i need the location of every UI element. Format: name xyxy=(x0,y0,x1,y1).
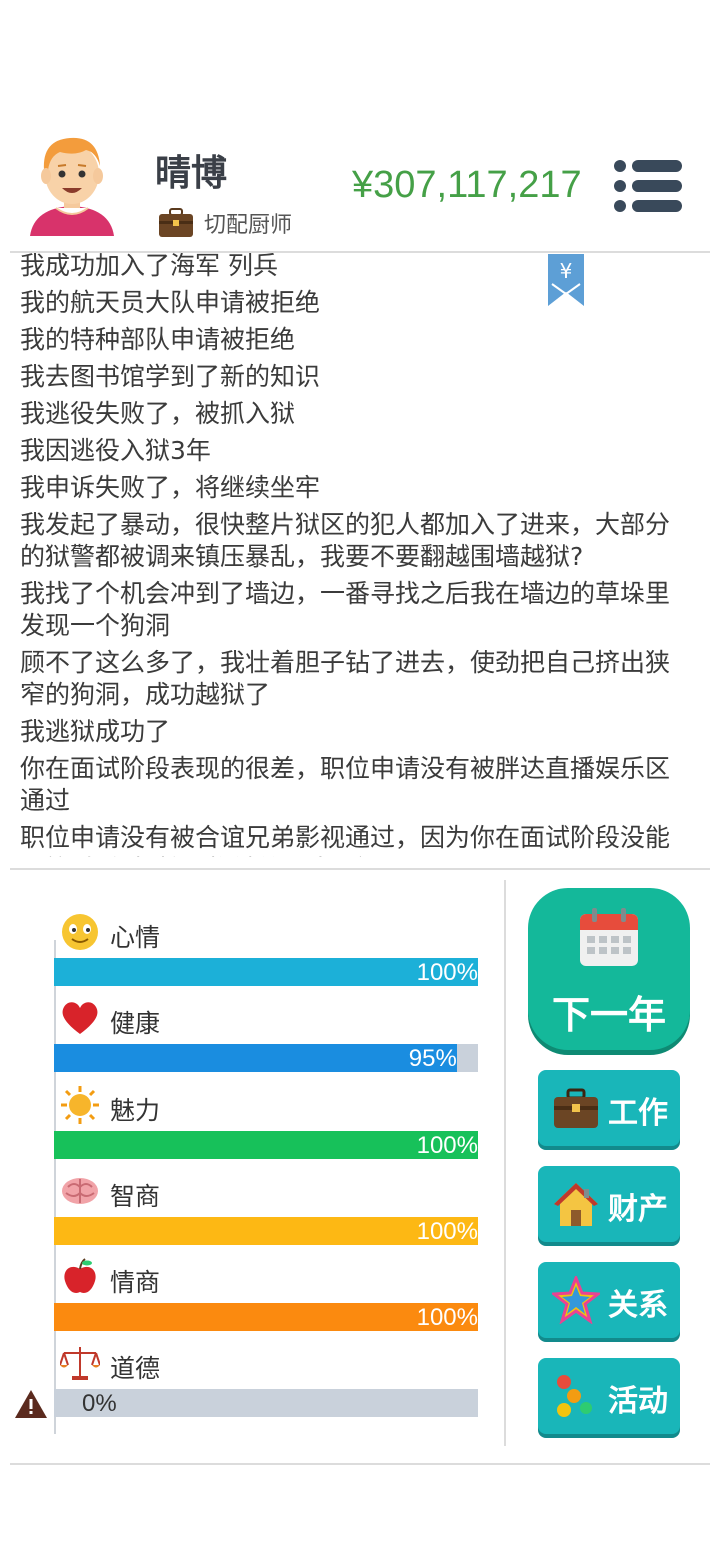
stat-label: 道德 xyxy=(110,1354,161,1383)
star-icon xyxy=(552,1276,600,1324)
log-entry: 你在面试阶段表现的很差，职位申请没有被胖达直播娱乐区通过 xyxy=(20,754,671,815)
stat-row-5: 道德 0% xyxy=(54,1343,478,1429)
divider xyxy=(10,868,710,870)
bookmark-icon[interactable]: ¥ xyxy=(548,254,584,306)
house-icon xyxy=(554,1183,598,1226)
brain-icon xyxy=(62,1178,98,1204)
log-entry: 我的航天员大队申请被拒绝 xyxy=(20,288,321,317)
stat-label: 情商 xyxy=(110,1268,161,1297)
log-entry: 顾不了这么多了，我壮着胆子钻了进去，使劲把自己挤出狭窄的狗洞，成功越狱了 xyxy=(20,648,671,709)
warning-icon xyxy=(15,1390,47,1418)
stat-percent: 100% xyxy=(416,1132,478,1159)
stat-bar-track: 95% xyxy=(54,1044,478,1072)
stat-bar-fill xyxy=(54,1131,478,1159)
stat-percent: 100% xyxy=(416,1304,478,1331)
scales-icon xyxy=(60,1347,100,1380)
stat-label: 魅力 xyxy=(110,1096,161,1125)
log-entry: 我逃狱成功了 xyxy=(20,717,171,746)
smiley-icon xyxy=(62,914,98,950)
stat-percent: 100% xyxy=(416,1218,478,1245)
stat-bar-track: 0% xyxy=(54,1389,478,1417)
log-entry: 我申诉失败了，将继续坐牢 xyxy=(20,473,321,502)
relations-button[interactable]: 关系 xyxy=(538,1262,680,1338)
activities-label: 活动 xyxy=(608,1384,668,1419)
stat-percent: 100% xyxy=(416,959,478,986)
menu-icon[interactable] xyxy=(612,158,684,214)
log-entry: 我找了个机会冲到了墙边，一番寻找之后我在墙边的草垛里发现一个狗洞 xyxy=(20,579,671,640)
work-button[interactable]: 工作 xyxy=(538,1070,680,1146)
log-entry: 职位申请没有被合谊兄弟影视通过，因为你在面试阶段没能回答“如何把控子推销给和尚”… xyxy=(20,823,671,857)
sun-icon xyxy=(61,1086,99,1124)
assets-label: 财产 xyxy=(608,1192,668,1227)
stat-label: 心情 xyxy=(110,923,161,952)
player-name: 晴博 xyxy=(155,153,228,194)
relations-label: 关系 xyxy=(608,1288,668,1323)
log-entry: 我成功加入了海军 列兵 xyxy=(20,253,278,280)
apple-icon xyxy=(64,1258,96,1293)
log-entry: 我的特种部队申请被拒绝 xyxy=(20,325,296,354)
log-entry: 我去图书馆学到了新的知识 xyxy=(20,362,321,391)
profile-header: 晴博 切配厨师 ¥307,117,217 xyxy=(0,120,720,252)
bookmark-symbol: ¥ xyxy=(560,259,573,283)
event-log[interactable]: 我成功加入了海军 列兵我的航天员大队申请被拒绝 我的特种部队申请被拒绝 我去图书馆学… xyxy=(0,253,720,857)
stat-bar-fill xyxy=(54,1303,478,1331)
briefcase-icon xyxy=(554,1088,598,1128)
log-entry: 我发起了暴动，很快整片狱区的犯人都加入了进来，大部分的狱警都被调来镇压暴乱，我要… xyxy=(20,510,671,571)
next-year-label: 下一年 xyxy=(551,993,666,1037)
stat-bar-track: 100% xyxy=(54,1303,478,1331)
money-balance: ¥307,117,217 xyxy=(352,164,582,206)
log-entry: 我因逃役入狱3年 xyxy=(20,436,211,465)
stat-row-4: 情商 100% xyxy=(54,1257,478,1343)
stat-bar-fill xyxy=(54,1217,478,1245)
log-entry: 我逃役失败了，被抓入狱 xyxy=(20,399,296,428)
stat-row-3: 智商 100% xyxy=(54,1171,478,1257)
stat-bar-fill xyxy=(54,958,478,986)
stat-bar-track: 100% xyxy=(54,958,478,986)
stat-bar-track: 100% xyxy=(54,1217,478,1245)
stat-percent: 0% xyxy=(82,1390,117,1417)
work-label: 工作 xyxy=(608,1096,668,1131)
briefcase-icon xyxy=(159,208,193,237)
job-title: 切配厨师 xyxy=(204,213,293,238)
assets-button[interactable]: 财产 xyxy=(538,1166,680,1242)
activity-dots-icon xyxy=(557,1375,592,1417)
event-log-list: 我成功加入了海军 列兵我的航天员大队申请被拒绝 我的特种部队申请被拒绝 我去图书馆学… xyxy=(20,253,690,857)
divider xyxy=(10,1463,710,1465)
stat-label: 智商 xyxy=(110,1182,161,1211)
stat-bar-track: 100% xyxy=(54,1131,478,1159)
avatar[interactable] xyxy=(26,130,118,240)
calendar-icon xyxy=(580,908,638,966)
heart-icon xyxy=(62,1002,98,1034)
activities-button[interactable]: 活动 xyxy=(538,1358,680,1434)
stat-row-2: 魅力 100% xyxy=(54,1085,478,1171)
job-row: 切配厨师 xyxy=(158,206,292,240)
next-year-button[interactable]: 下一年 xyxy=(528,888,690,1050)
stat-label: 健康 xyxy=(110,1009,161,1038)
stat-row-1: 健康 95% xyxy=(54,998,478,1084)
stat-percent: 95% xyxy=(408,1045,457,1072)
stat-bar-fill xyxy=(54,1044,457,1072)
panel-divider xyxy=(504,880,506,1446)
stat-row-0: 心情 100% xyxy=(54,912,478,998)
